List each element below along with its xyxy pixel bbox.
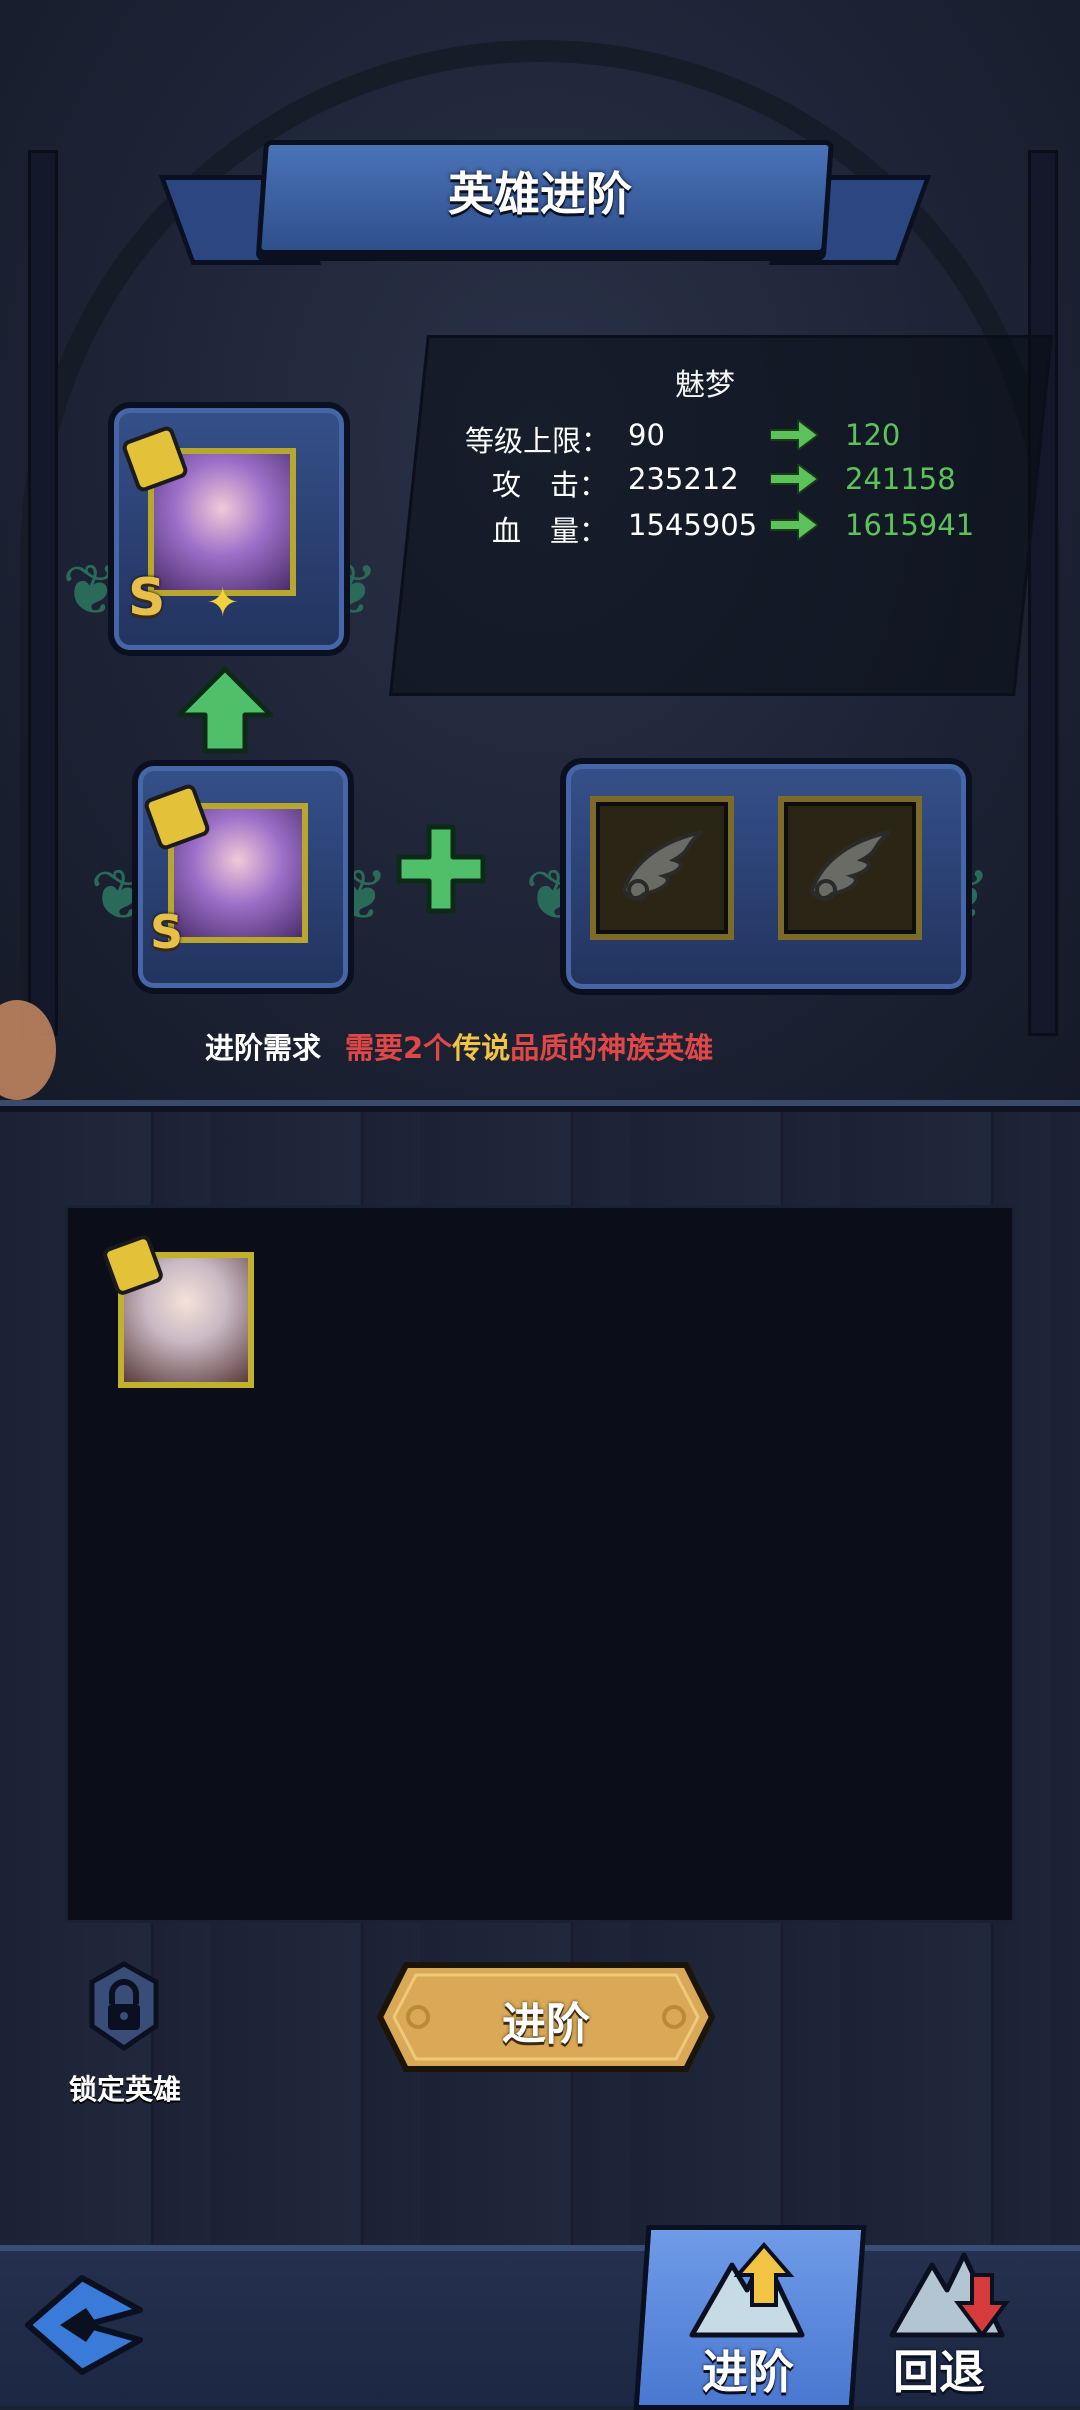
stat-label-attack: 攻 击： [492, 468, 609, 502]
tab-advance-label[interactable]: 进阶 [702, 2336, 794, 2402]
back-arrow-icon[interactable] [20, 2270, 150, 2380]
stat-new-hp: 1615941 [845, 508, 975, 542]
tab-revert-label[interactable]: 回退 [893, 2336, 985, 2402]
lock-icon[interactable] [88, 1960, 160, 2052]
star-icon: ✦ [206, 580, 240, 626]
requirement-label: 进阶需求 [205, 1031, 322, 1065]
page-title: 英雄进阶 [448, 167, 632, 221]
lock-hero-label[interactable]: 锁定英雄 [55, 2068, 195, 2108]
green-arrow-icon [770, 510, 818, 540]
rank-badge: S [128, 568, 166, 628]
green-plus-icon [396, 824, 486, 914]
material-slot-2[interactable] [778, 796, 922, 940]
requirement-highlight: 传说 [452, 1031, 511, 1065]
stat-label-hp: 血 量： [492, 514, 609, 548]
stat-current-level-cap: 90 [628, 418, 665, 452]
stat-new-attack: 241158 [845, 462, 956, 496]
stat-new-level-cap: 120 [845, 418, 901, 452]
hero-name: 魅梦 [675, 368, 735, 403]
green-up-arrow-icon [176, 666, 274, 754]
stat-current-hp: 1545905 [628, 508, 758, 542]
requirement-text: 需要2个传说品质的神族英雄 [345, 1031, 714, 1065]
wing-icon [621, 830, 704, 901]
green-arrow-icon [770, 420, 818, 450]
advance-button-label[interactable]: 进阶 [376, 1988, 716, 2052]
stat-label-level-cap: 等级上限： [465, 424, 611, 458]
stat-current-attack: 235212 [628, 462, 739, 496]
left-pillar [28, 150, 58, 1036]
green-arrow-icon [770, 464, 818, 494]
material-slot-1[interactable] [590, 796, 734, 940]
rank-badge: S [150, 905, 184, 959]
wing-icon [809, 830, 892, 901]
right-pillar [1028, 150, 1058, 1036]
